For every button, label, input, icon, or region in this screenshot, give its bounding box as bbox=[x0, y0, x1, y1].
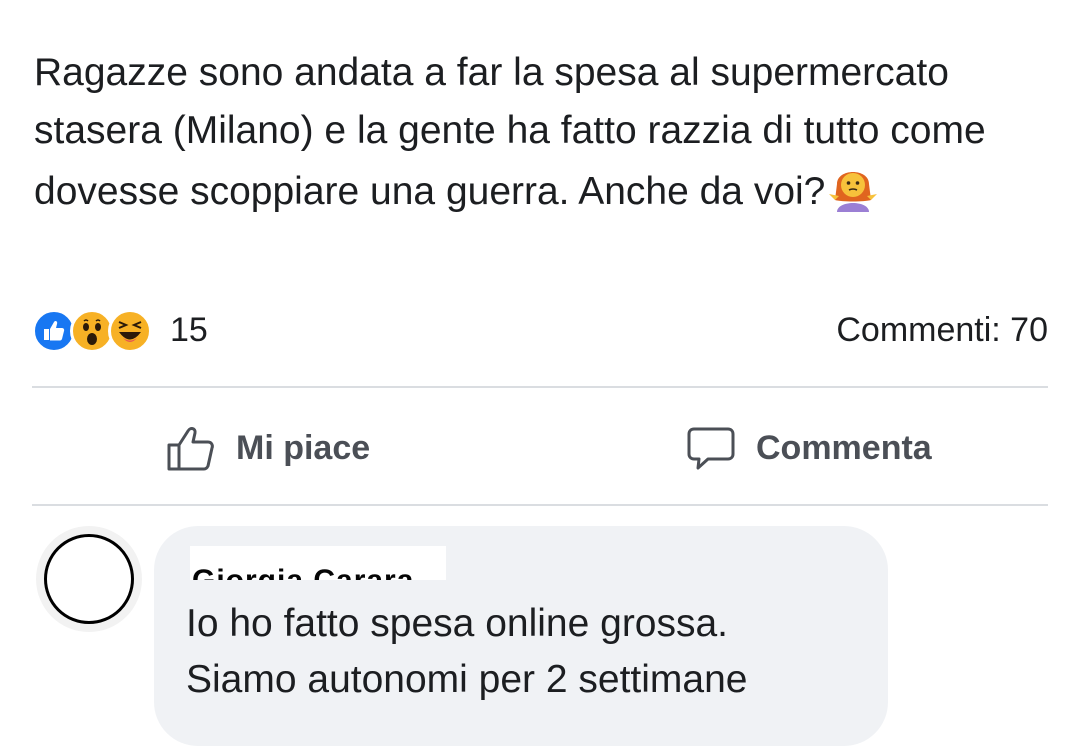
comment-text: Io ho fatto spesa online grossa. Siamo a… bbox=[186, 596, 876, 708]
like-label: Mi piace bbox=[236, 428, 371, 467]
author-name-text[interactable]: Giorgia Carara bbox=[192, 564, 414, 580]
haha-reaction-icon bbox=[108, 309, 152, 353]
thumbs-up-icon bbox=[167, 427, 214, 471]
comments-count-link[interactable]: Commenti: 70 bbox=[836, 311, 1048, 350]
like-button[interactable]: Mi piace bbox=[166, 420, 370, 476]
reactions-row[interactable]: 15 Commenti: 70 bbox=[32, 306, 1048, 356]
comment-button[interactable]: Commenta bbox=[686, 420, 932, 476]
person-shrugging-icon bbox=[827, 160, 879, 229]
avatar-placeholder-icon bbox=[44, 534, 134, 624]
comment-text-line: Io ho fatto spesa online grossa. bbox=[186, 602, 729, 645]
divider bbox=[32, 504, 1048, 506]
commenter-avatar[interactable] bbox=[36, 526, 142, 632]
comment-bubble-icon bbox=[687, 427, 735, 470]
reaction-count[interactable]: 15 bbox=[170, 311, 208, 350]
reaction-icons[interactable] bbox=[32, 306, 152, 356]
divider bbox=[32, 386, 1048, 388]
comment-label: Commenta bbox=[756, 428, 932, 467]
comment-bubble: Giorgia Carara Io ho fatto spesa online … bbox=[154, 526, 888, 746]
comment-text-line: Siamo autonomi per 2 settimane bbox=[186, 658, 748, 701]
comment-author-name[interactable]: Giorgia Carara bbox=[190, 546, 446, 580]
post-text: Ragazze sono andata a far la spesa al su… bbox=[34, 44, 1054, 229]
